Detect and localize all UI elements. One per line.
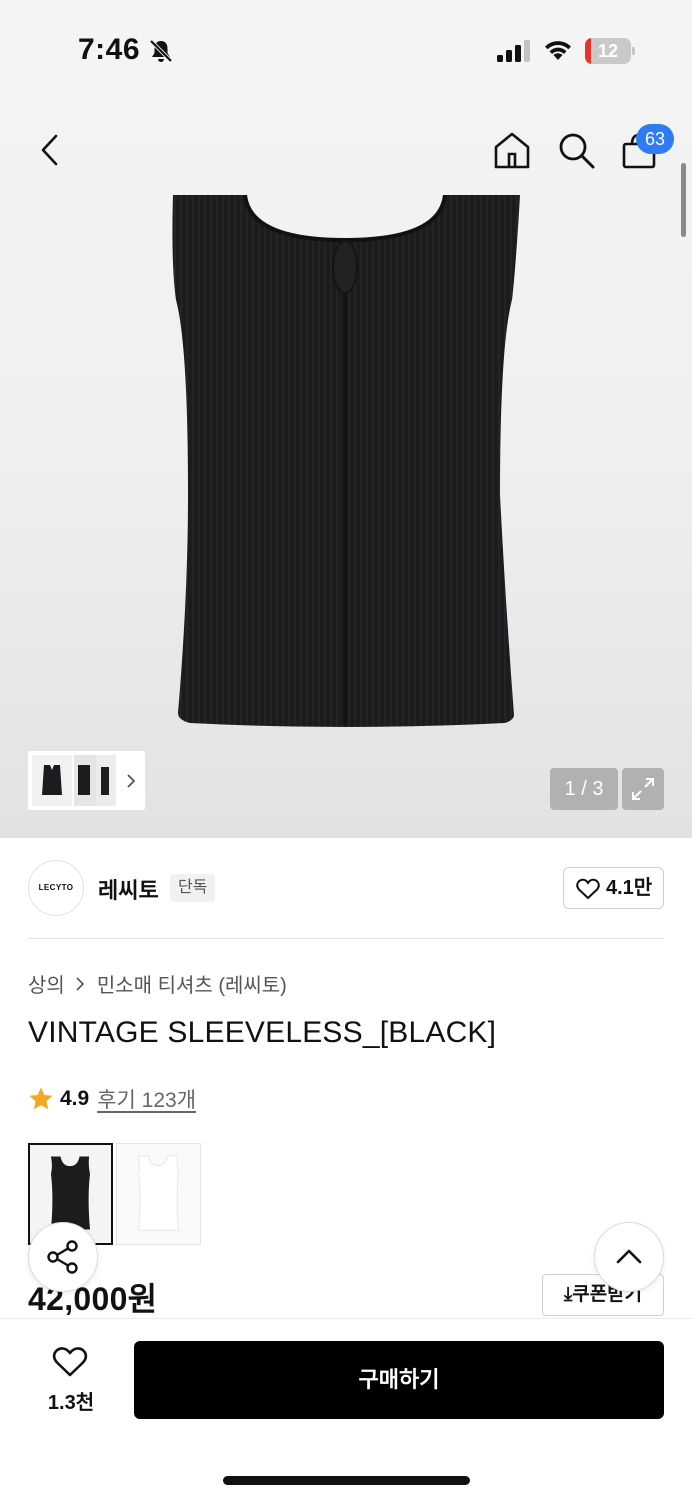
battery-level: 12 <box>597 41 619 61</box>
expand-image-button[interactable] <box>622 768 664 810</box>
rating-row: 4.9 후기 123개 <box>28 1084 196 1114</box>
search-icon[interactable] <box>556 130 596 170</box>
cellular-signal-icon <box>497 40 530 62</box>
brand-like-button[interactable]: 4.1만 <box>563 867 664 909</box>
wishlist-button[interactable]: 1.3천 <box>34 1344 108 1416</box>
heart-icon <box>576 878 600 900</box>
brand-like-count: 4.1만 <box>606 877 653 899</box>
image-page-indicator: 1 / 3 <box>550 768 618 810</box>
scroll-to-top-button[interactable] <box>594 1222 664 1292</box>
heart-icon <box>52 1347 88 1377</box>
brand-logo[interactable]: LECYTO <box>28 860 84 916</box>
home-icon[interactable] <box>492 130 532 170</box>
breadcrumb: 상의 민소매 티셔츠 (레씨토) <box>28 969 287 998</box>
product-image-gallery[interactable]: 1 / 3 <box>0 100 692 838</box>
thumbnail-strip[interactable] <box>28 751 145 810</box>
chevron-right-icon <box>76 976 84 991</box>
share-button[interactable] <box>28 1222 98 1292</box>
buy-button[interactable]: 구매하기 <box>134 1341 664 1419</box>
cart-count-badge: 63 <box>636 124 674 154</box>
bell-slash-icon <box>149 39 173 63</box>
home-indicator <box>223 1476 470 1485</box>
product-title: VINTAGE SLEEVELESS_[BLACK] <box>28 1016 497 1049</box>
brand-name[interactable]: 레씨토 <box>98 873 159 905</box>
review-link[interactable]: 후기 123개 <box>97 1084 196 1114</box>
breadcrumb-subcategory[interactable]: 민소매 티셔츠 (레씨토) <box>97 969 287 998</box>
share-icon <box>47 1240 78 1274</box>
chevron-right-icon[interactable] <box>124 774 138 788</box>
exclusive-badge: 단독 <box>170 874 216 902</box>
product-photo[interactable] <box>0 195 692 835</box>
download-icon: ⤓ <box>563 1284 573 1305</box>
battery-icon: 12 <box>585 38 635 64</box>
expand-icon <box>632 778 654 800</box>
rating-score: 4.9 <box>60 1087 90 1110</box>
back-arrow-icon[interactable] <box>34 130 64 170</box>
wishlist-count: 1.3천 <box>47 1392 95 1414</box>
star-icon <box>29 1087 53 1110</box>
status-time: 7:46 <box>78 33 141 66</box>
divider <box>28 938 664 939</box>
breadcrumb-category[interactable]: 상의 <box>28 969 65 998</box>
status-bar: 7:46 12 <box>0 0 692 100</box>
scroll-indicator[interactable] <box>681 163 686 237</box>
color-option-white[interactable] <box>116 1143 201 1245</box>
wifi-icon <box>545 41 571 60</box>
chevron-up-icon <box>616 1249 642 1264</box>
